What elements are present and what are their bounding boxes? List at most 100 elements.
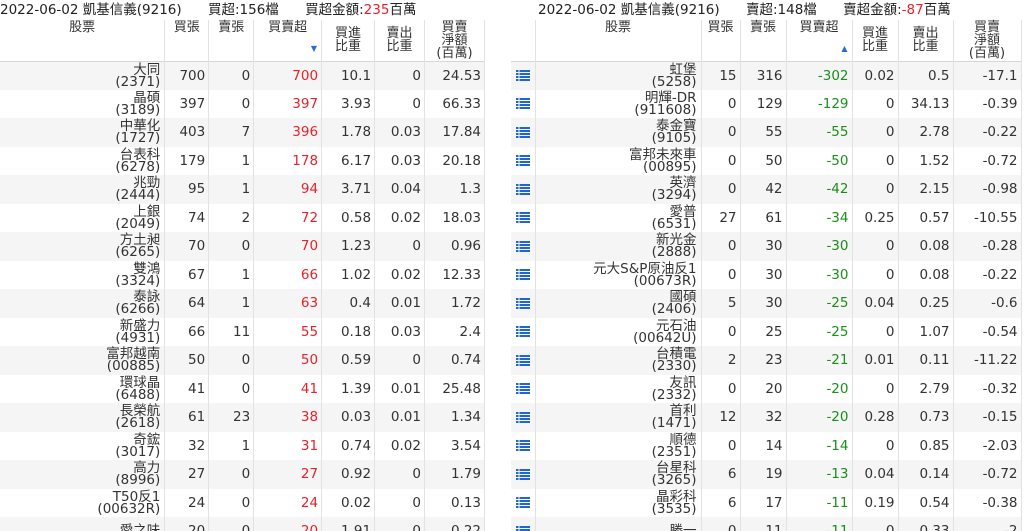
list-icon[interactable] xyxy=(515,525,530,531)
stock-cell[interactable]: 國碩 (2406) xyxy=(535,289,702,318)
list-icon[interactable] xyxy=(515,183,530,195)
column-header-sell-ratio[interactable]: 賣出 比重 xyxy=(374,20,425,61)
stock-cell[interactable]: 長榮航 (2618) xyxy=(0,403,166,432)
stock-cell[interactable]: 富邦未來車 (00895) xyxy=(535,146,702,175)
stock-cell[interactable]: 元石油 (00642U) xyxy=(535,317,702,346)
stock-name[interactable]: 勝一 xyxy=(536,525,697,531)
stock-cell[interactable]: 虹堡 (5258) xyxy=(535,61,702,90)
table-row[interactable]: 台星科 (3265) 6 19 -13 0.04 0.14 -0.72 xyxy=(511,460,1022,489)
stock-cell[interactable]: 環球晶 (6488) xyxy=(0,374,166,403)
column-header-net[interactable]: 買賣超 ▲ xyxy=(786,20,853,61)
list-icon[interactable] xyxy=(515,468,530,480)
table-row[interactable]: 愛普 (6531) 27 61 -34 0.25 0.57 -10.55 xyxy=(511,203,1022,232)
column-header-buy[interactable]: 買張 xyxy=(164,20,210,61)
column-header-net-cash[interactable]: 買賣 淨額 (百萬) xyxy=(424,20,485,61)
stock-cell[interactable]: 英濟 (3294) xyxy=(535,175,702,204)
table-row[interactable]: 愛之味200201.9100.22 xyxy=(0,517,485,531)
list-icon[interactable] xyxy=(515,212,530,224)
stock-cell[interactable]: 富邦越南 (00885) xyxy=(0,346,166,375)
column-header-net-cash[interactable]: 買賣 淨額 (百萬) xyxy=(953,20,1022,61)
row-detail-cell[interactable] xyxy=(511,431,536,460)
table-row[interactable]: 方土昶 (6265) 70 0 70 1.23 0 0.96 xyxy=(0,232,485,261)
list-icon[interactable] xyxy=(515,383,530,395)
row-detail-cell[interactable] xyxy=(511,203,536,232)
table-row[interactable]: 環球晶 (6488) 41 0 41 1.39 0.01 25.48 xyxy=(0,374,485,403)
column-header-sell-ratio[interactable]: 賣出 比重 xyxy=(898,20,954,61)
stock-cell[interactable]: 高力 (8996) xyxy=(0,460,166,489)
table-row[interactable]: 大同 (2371) 700 0 700 10.1 0 24.53 xyxy=(0,61,485,90)
row-detail-cell[interactable] xyxy=(511,118,536,147)
stock-cell[interactable]: 雙鴻 (3324) xyxy=(0,260,166,289)
stock-name[interactable]: 愛之味 xyxy=(0,525,161,531)
row-detail-cell[interactable] xyxy=(511,61,536,90)
stock-cell[interactable]: 奇鋐 (3017) xyxy=(0,431,166,460)
table-row[interactable]: T50反1 (00632R) 24 0 24 0.02 0 0.13 xyxy=(0,488,485,517)
list-icon[interactable] xyxy=(515,497,530,509)
list-icon[interactable] xyxy=(515,240,530,252)
table-row[interactable]: 台積電 (2330) 2 23 -21 0.01 0.11 -11.22 xyxy=(511,346,1022,375)
stock-cell[interactable]: 愛之味 xyxy=(0,517,166,531)
column-header-net[interactable]: 買賣超 ▼ xyxy=(253,20,323,61)
table-row[interactable]: 晶碩 (3189) 397 0 397 3.93 0 66.33 xyxy=(0,89,485,118)
stock-cell[interactable]: 明輝-DR (911608) xyxy=(535,89,702,118)
stock-cell[interactable]: 順德 (2351) xyxy=(535,431,702,460)
table-row[interactable]: 順德 (2351) 0 14 -14 0 0.85 -2.03 xyxy=(511,431,1022,460)
stock-cell[interactable]: 首利 (1471) xyxy=(535,403,702,432)
table-row[interactable]: 泰詠 (6266) 64 1 63 0.4 0.01 1.72 xyxy=(0,289,485,318)
stock-cell[interactable]: 台表科 (6278) xyxy=(0,146,166,175)
row-detail-cell[interactable] xyxy=(511,517,536,531)
row-detail-cell[interactable] xyxy=(511,374,536,403)
row-detail-cell[interactable] xyxy=(511,403,536,432)
list-icon[interactable] xyxy=(515,70,530,81)
table-row[interactable]: 友訊 (2332) 0 20 -20 0 2.79 -0.32 xyxy=(511,374,1022,403)
column-header-stock[interactable]: 股票 xyxy=(535,20,702,61)
table-row[interactable]: 新光金 (2888) 0 30 -30 0 0.08 -0.28 xyxy=(511,232,1022,261)
table-row[interactable]: 虹堡 (5258) 15 316 -302 0.02 0.5 -17.1 xyxy=(511,61,1022,90)
column-header-sell[interactable]: 賣張 xyxy=(740,20,787,61)
stock-cell[interactable]: 晶碩 (3189) xyxy=(0,89,166,118)
table-row[interactable]: 雙鴻 (3324) 67 1 66 1.02 0.02 12.33 xyxy=(0,260,485,289)
stock-cell[interactable]: 友訊 (2332) xyxy=(535,374,702,403)
table-row[interactable]: 國碩 (2406) 5 30 -25 0.04 0.25 -0.6 xyxy=(511,289,1022,318)
table-row[interactable]: 高力 (8996) 27 0 27 0.92 0 1.79 xyxy=(0,460,485,489)
stock-cell[interactable]: 方土昶 (6265) xyxy=(0,232,166,261)
column-header-stock[interactable]: 股票 xyxy=(0,20,166,61)
stock-cell[interactable]: 台積電 (2330) xyxy=(535,346,702,375)
column-header-sell[interactable]: 賣張 xyxy=(208,20,255,61)
column-header-buy-ratio[interactable]: 買進 比重 xyxy=(852,20,899,61)
table-row[interactable]: 台表科 (6278) 179 1 178 6.17 0.03 20.18 xyxy=(0,146,485,175)
list-icon[interactable] xyxy=(515,440,530,452)
table-row[interactable]: 勝一011-1100.33-2 xyxy=(511,517,1022,531)
row-detail-cell[interactable] xyxy=(511,89,536,118)
list-icon[interactable] xyxy=(515,411,530,423)
table-row[interactable]: 富邦越南 (00885) 50 0 50 0.59 0 0.74 xyxy=(0,346,485,375)
stock-cell[interactable]: 愛普 (6531) xyxy=(535,203,702,232)
column-header-buy-ratio[interactable]: 買進 比重 xyxy=(321,20,376,61)
list-icon[interactable] xyxy=(515,326,530,338)
stock-cell[interactable]: 中華化 (1727) xyxy=(0,118,166,147)
table-row[interactable]: 元大S&P原油反1 (00673R) 0 30 -30 0 0.08 -0.22 xyxy=(511,260,1022,289)
table-row[interactable]: 上銀 (2049) 74 2 72 0.58 0.02 18.03 xyxy=(0,203,485,232)
table-row[interactable]: 奇鋐 (3017) 32 1 31 0.74 0.02 3.54 xyxy=(0,431,485,460)
list-icon[interactable] xyxy=(515,126,530,138)
row-detail-cell[interactable] xyxy=(511,488,536,517)
list-icon[interactable] xyxy=(515,155,530,167)
stock-cell[interactable]: 元大S&P原油反1 (00673R) xyxy=(535,260,702,289)
stock-cell[interactable]: 新光金 (2888) xyxy=(535,232,702,261)
row-detail-cell[interactable] xyxy=(511,289,536,318)
row-detail-cell[interactable] xyxy=(511,146,536,175)
table-row[interactable]: 富邦未來車 (00895) 0 50 -50 0 1.52 -0.72 xyxy=(511,146,1022,175)
row-detail-cell[interactable] xyxy=(511,460,536,489)
stock-cell[interactable]: 泰詠 (6266) xyxy=(0,289,166,318)
row-detail-cell[interactable] xyxy=(511,232,536,261)
table-row[interactable]: 新盛力 (4931) 66 11 55 0.18 0.03 2.4 xyxy=(0,317,485,346)
list-icon[interactable] xyxy=(515,297,530,309)
stock-cell[interactable]: 上銀 (2049) xyxy=(0,203,166,232)
stock-cell[interactable]: T50反1 (00632R) xyxy=(0,488,166,517)
row-detail-cell[interactable] xyxy=(511,260,536,289)
table-row[interactable]: 晶彩科 (3535) 6 17 -11 0.19 0.54 -0.38 xyxy=(511,488,1022,517)
table-row[interactable]: 英濟 (3294) 0 42 -42 0 2.15 -0.98 xyxy=(511,175,1022,204)
table-row[interactable]: 兆勁 (2444) 95 1 94 3.71 0.04 1.3 xyxy=(0,175,485,204)
stock-cell[interactable]: 台星科 (3265) xyxy=(535,460,702,489)
stock-cell[interactable]: 泰金寶 (9105) xyxy=(535,118,702,147)
